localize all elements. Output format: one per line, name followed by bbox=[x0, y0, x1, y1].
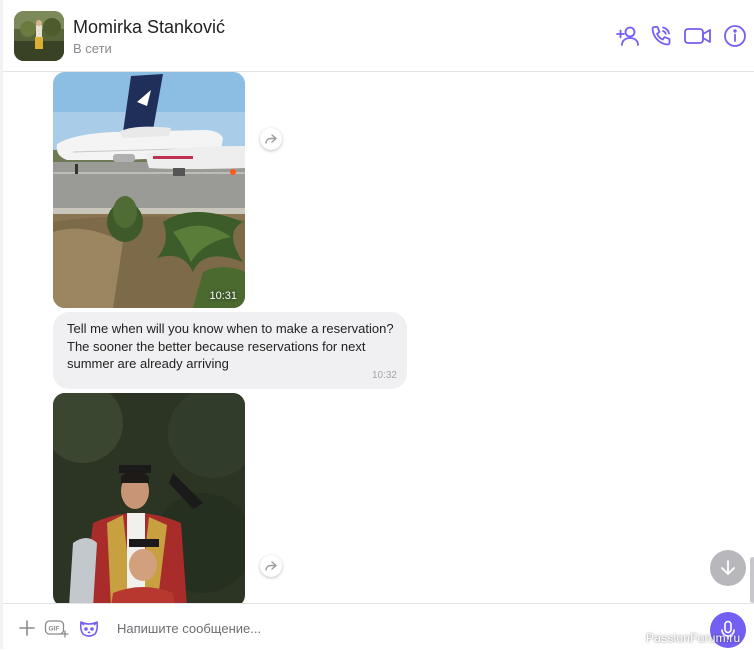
online-status: В сети bbox=[73, 41, 112, 56]
text-message[interactable]: Tell me when will you know when to make … bbox=[53, 312, 407, 389]
phone-icon[interactable] bbox=[647, 22, 675, 50]
message-time: 10:31 bbox=[209, 290, 237, 302]
message-input[interactable] bbox=[115, 614, 559, 642]
scrollbar-thumb[interactable] bbox=[750, 557, 754, 603]
folk-costume-photo bbox=[53, 393, 245, 603]
avatar[interactable] bbox=[14, 11, 64, 61]
forward-button[interactable] bbox=[260, 555, 282, 577]
plus-icon[interactable] bbox=[15, 616, 39, 640]
sticker-icon[interactable] bbox=[77, 616, 101, 640]
forward-button[interactable] bbox=[260, 128, 282, 150]
message-text: Tell me when will you know when to make … bbox=[67, 321, 394, 371]
message-list[interactable]: 10:31 Tell me when will you know when to… bbox=[3, 72, 754, 603]
scroll-to-bottom-button[interactable] bbox=[710, 550, 746, 586]
airport-photo bbox=[53, 72, 245, 308]
info-icon[interactable] bbox=[721, 22, 749, 50]
chat-header: Momirka Stanković В сети bbox=[3, 0, 754, 72]
photo-message[interactable]: 10:31 bbox=[53, 72, 245, 308]
watermark: PassionForum.ru bbox=[646, 631, 741, 645]
photo-message[interactable] bbox=[53, 393, 245, 603]
message-composer: GIF bbox=[3, 603, 754, 650]
video-icon[interactable] bbox=[683, 22, 713, 50]
contact-name[interactable]: Momirka Stanković bbox=[73, 17, 225, 38]
gif-icon[interactable]: GIF bbox=[44, 616, 70, 640]
svg-text:GIF: GIF bbox=[49, 626, 60, 633]
message-time: 10:32 bbox=[371, 370, 397, 381]
add-contact-icon[interactable] bbox=[613, 22, 641, 50]
